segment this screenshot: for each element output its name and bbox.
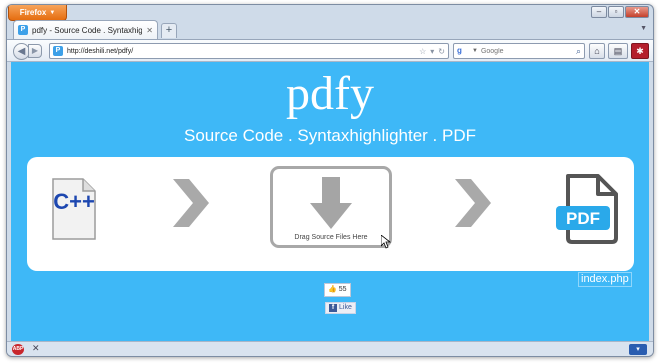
download-arrow-icon (310, 177, 352, 229)
navigation-toolbar: ◀ ▶ P http://deshili.net/pdfy/ ☆ ▾ ↻ g ▼… (7, 39, 653, 62)
close-window-button[interactable]: ✕ (625, 6, 649, 18)
cpp-label: C++ (53, 189, 95, 214)
addon-icon: ✱ (636, 46, 644, 56)
cpp-file-icon: C++ (52, 178, 96, 240)
status-bar: ABP ✕ ▾ (7, 341, 653, 356)
close-icon[interactable]: ✕ (32, 343, 40, 354)
like-count: 55 (338, 286, 347, 293)
window-controls: – ▫ ✕ (591, 6, 649, 18)
page-subtitle: Source Code . Syntaxhighlighter . PDF (184, 126, 476, 145)
pdf-file-icon: PDF (556, 174, 618, 244)
firefox-menu-button[interactable]: Firefox ▼ (8, 5, 67, 21)
url-actions: ☆ ▾ ↻ (419, 47, 445, 56)
site-favicon-icon: P (18, 25, 28, 35)
status-addon-icon[interactable]: ▾ (629, 344, 647, 355)
file-name-link[interactable]: index.php (578, 272, 632, 287)
file-dropzone[interactable]: Drag Source Files Here (270, 166, 392, 248)
addon-button[interactable]: ✱ (631, 43, 649, 59)
thumbs-up-icon: 👍 (328, 286, 337, 293)
search-icon[interactable]: ⌕ (576, 46, 581, 57)
home-button[interactable]: ⌂ (589, 43, 605, 59)
tab-pdfy[interactable]: P pdfy - Source Code . Syntaxhighlight..… (13, 20, 158, 39)
like-label: Like (339, 304, 352, 311)
chevron-right-icon (173, 179, 209, 227)
firefox-menu-label: Firefox (19, 8, 47, 17)
chevron-right-icon (455, 179, 491, 227)
tab-title: pdfy - Source Code . Syntaxhighlight... (32, 25, 143, 35)
bookmarks-button[interactable]: ▤ (608, 43, 628, 59)
browser-window: Firefox ▼ – ▫ ✕ P pdfy - Source Code . S… (6, 4, 654, 357)
facebook-like-button[interactable]: f Like (325, 302, 356, 314)
maximize-button[interactable]: ▫ (608, 6, 624, 18)
new-tab-button[interactable]: + (161, 23, 177, 38)
search-input[interactable] (480, 47, 573, 55)
back-forward-group: ◀ ▶ (13, 43, 43, 60)
chevron-down-icon: ▼ (49, 9, 56, 16)
tab-close-icon[interactable]: ✕ (146, 26, 153, 35)
address-bar[interactable]: P http://deshili.net/pdfy/ ☆ ▾ ↻ (49, 43, 449, 59)
page-title: pdfy (286, 67, 374, 120)
search-engine-caret-icon[interactable]: ▼ (472, 48, 478, 54)
search-bar[interactable]: g ▼ ⌕ (453, 43, 585, 59)
minimize-button[interactable]: – (591, 6, 607, 18)
dropzone-label: Drag Source Files Here (294, 234, 368, 241)
reload-icon[interactable]: ↻ (438, 47, 445, 56)
site-favicon-icon: P (53, 46, 63, 56)
conversion-panel: C++ Drag Source Files Here PDF (27, 157, 634, 271)
page-content: pdfy Source Code . Syntaxhighlighter . P… (11, 62, 649, 341)
history-dropdown-icon[interactable]: ▾ (430, 47, 434, 56)
bookmark-star-icon[interactable]: ☆ (419, 47, 426, 56)
tab-list-icon[interactable]: ▼ (640, 25, 647, 32)
adblock-icon[interactable]: ABP (12, 344, 24, 355)
pdf-label: PDF (566, 209, 600, 228)
forward-button[interactable]: ▶ (28, 44, 42, 58)
home-icon: ⌂ (594, 46, 600, 56)
bookmarks-icon: ▤ (613, 46, 623, 56)
google-icon[interactable]: g (457, 46, 469, 56)
facebook-icon: f (329, 304, 337, 312)
like-count-badge[interactable]: 👍 55 (324, 283, 351, 297)
url-text[interactable]: http://deshili.net/pdfy/ (67, 48, 415, 55)
mouse-cursor-icon (381, 235, 391, 249)
